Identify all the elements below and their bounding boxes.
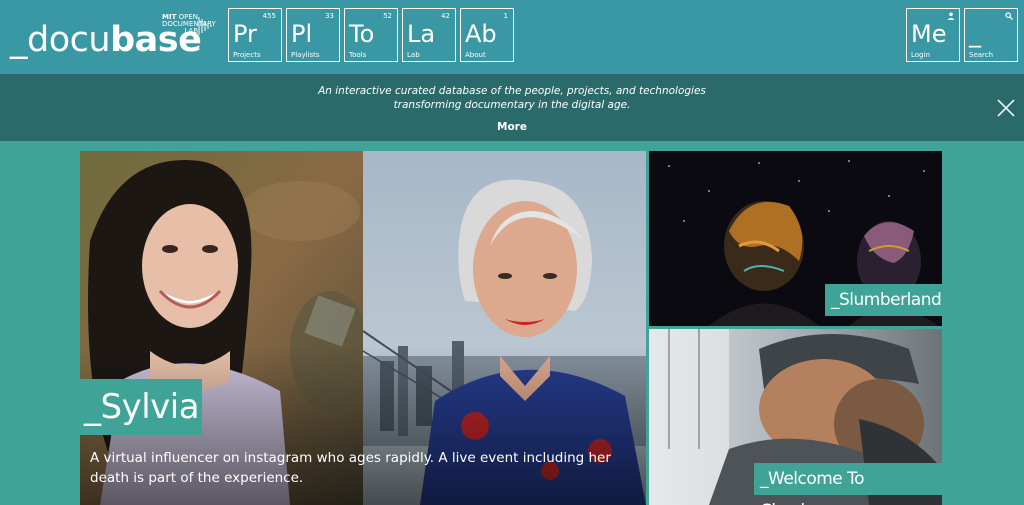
playlists-symbol: Pl bbox=[291, 20, 313, 48]
search-symbol: _ bbox=[969, 20, 981, 48]
projects-symbol: Pr bbox=[233, 20, 257, 48]
user-icon bbox=[947, 12, 955, 20]
feature-card-slumberland[interactable]: _Slumberland bbox=[649, 151, 942, 326]
intro-banner: An interactive curated database of the p… bbox=[0, 74, 1024, 141]
feature-description-line-1: A virtual influencer on instagram who ag… bbox=[90, 450, 611, 466]
slumberland-title[interactable]: _Slumberland bbox=[825, 284, 942, 316]
login-tile[interactable]: Me Login bbox=[906, 8, 960, 62]
nav-tile-projects[interactable]: 455 Pr Projects bbox=[228, 8, 282, 62]
feature-description: A virtual influencer on instagram who ag… bbox=[90, 448, 642, 488]
feature-title[interactable]: _Sylvia bbox=[80, 379, 202, 435]
lab-label: Lab bbox=[407, 51, 420, 59]
search-tile[interactable]: _ Search bbox=[964, 8, 1018, 62]
nav-tile-playlists[interactable]: 33 Pl Playlists bbox=[286, 8, 340, 62]
feature-card-sylvia[interactable]: _Sylvia A virtual influencer on instagra… bbox=[80, 151, 646, 505]
play-lines-icon bbox=[198, 17, 212, 35]
lab-symbol: La bbox=[407, 20, 436, 48]
more-link[interactable]: More bbox=[462, 120, 562, 134]
login-symbol: Me bbox=[911, 20, 947, 48]
about-count: 1 bbox=[503, 12, 508, 20]
about-symbol: Ab bbox=[465, 20, 497, 48]
playlists-count: 33 bbox=[325, 12, 334, 20]
logo-docu: docu bbox=[27, 20, 111, 60]
nav-tile-about[interactable]: 1 Ab About bbox=[460, 8, 514, 62]
logo-underscore: _ bbox=[10, 20, 28, 60]
close-icon[interactable] bbox=[996, 98, 1016, 118]
mit-open-documentary-lab-logo[interactable]: MIT OPEN DOCUMENTARY LAB bbox=[162, 14, 216, 35]
lab-text: LAB bbox=[184, 27, 198, 35]
feature-card-welcome-to-chechnya[interactable]: _Welcome To Chechnya bbox=[649, 329, 942, 505]
nav-tile-tools[interactable]: 52 To Tools bbox=[344, 8, 398, 62]
tools-count: 52 bbox=[383, 12, 392, 20]
projects-count: 455 bbox=[262, 12, 276, 20]
tagline: An interactive curated database of the p… bbox=[300, 84, 724, 112]
site-header: _docubase MIT OPEN DOCUMENTARY LAB 455 P… bbox=[0, 0, 1024, 74]
welcome-to-chechnya-title[interactable]: _Welcome To Chechnya bbox=[754, 463, 942, 505]
nav-tile-lab[interactable]: 42 La Lab bbox=[402, 8, 456, 62]
about-label: About bbox=[465, 51, 486, 59]
tools-symbol: To bbox=[349, 20, 375, 48]
login-label: Login bbox=[911, 51, 930, 59]
lab-count: 42 bbox=[441, 12, 450, 20]
search-icon bbox=[1005, 12, 1013, 20]
playlists-label: Playlists bbox=[291, 51, 320, 59]
projects-label: Projects bbox=[233, 51, 261, 59]
tools-label: Tools bbox=[349, 51, 367, 59]
feature-description-line-2: death is part of the experience. bbox=[90, 470, 304, 486]
tagline-line-1: An interactive curated database of the p… bbox=[318, 85, 706, 97]
tagline-line-2: transforming documentary in the digital … bbox=[393, 99, 631, 111]
search-label: Search bbox=[969, 51, 994, 59]
